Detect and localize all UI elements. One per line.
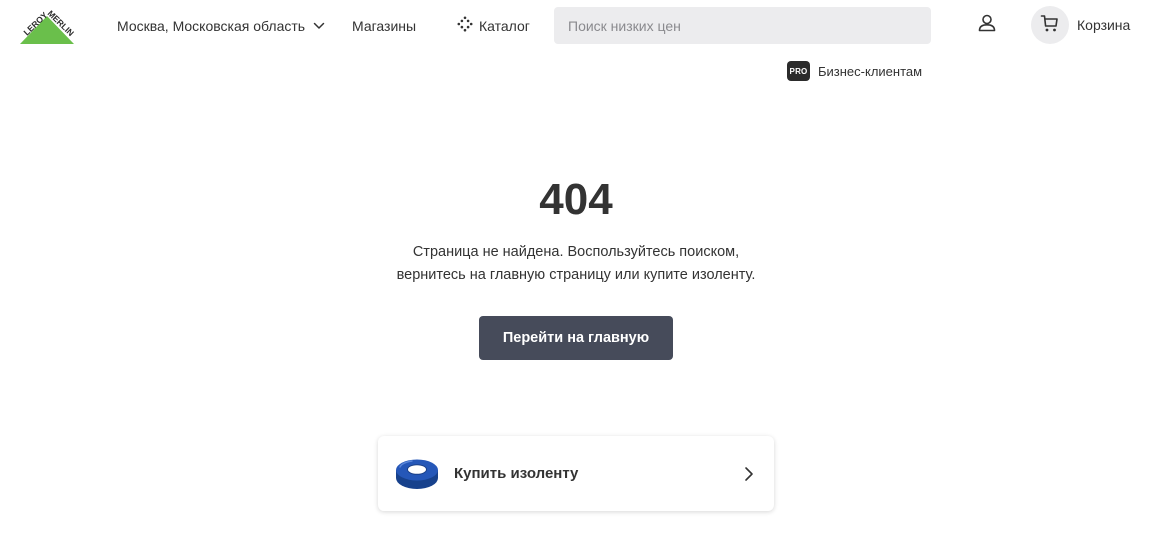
profile-button[interactable] bbox=[976, 14, 998, 36]
catalog-dots-icon bbox=[457, 16, 473, 37]
cart-icon bbox=[1040, 13, 1060, 38]
error-code: 404 bbox=[539, 175, 613, 224]
region-selector[interactable]: Москва, Московская область bbox=[117, 16, 325, 36]
cart-icon-wrapper bbox=[1031, 6, 1069, 44]
catalog-label: Каталог bbox=[479, 18, 530, 34]
insulation-tape-image bbox=[394, 456, 440, 492]
buy-tape-label: Купить изоленту bbox=[454, 465, 579, 482]
page-404: LEROY MERLIN Москва, Московская область … bbox=[0, 0, 1176, 550]
error-message-line-2: вернитесь на главную страницу или купите… bbox=[396, 267, 756, 283]
buy-tape-card[interactable]: Купить изоленту bbox=[378, 436, 774, 511]
chevron-down-icon bbox=[313, 22, 325, 30]
cart-label: Корзина bbox=[1077, 17, 1131, 33]
business-clients-label: Бизнес-клиентам bbox=[818, 63, 923, 79]
logo-icon: LEROY MERLIN bbox=[20, 8, 76, 44]
business-clients-link[interactable]: PRO Бизнес-клиентам bbox=[787, 61, 922, 81]
search-input[interactable] bbox=[554, 7, 931, 44]
chevron-right-icon bbox=[744, 466, 754, 482]
cart-button[interactable]: Корзина bbox=[1031, 6, 1130, 44]
error-message: Страница не найдена. Воспользуйтесь поис… bbox=[0, 241, 1152, 287]
pro-badge: PRO bbox=[787, 61, 810, 81]
catalog-button[interactable]: Каталог bbox=[457, 16, 530, 36]
go-home-button[interactable]: Перейти на главную bbox=[479, 316, 673, 360]
region-label: Москва, Московская область bbox=[117, 18, 306, 34]
brand-logo[interactable]: LEROY MERLIN bbox=[14, 6, 80, 46]
user-icon bbox=[977, 13, 997, 38]
error-message-line-1: Страница не найдена. Воспользуйтесь поис… bbox=[412, 244, 740, 260]
stores-link[interactable]: Магазины bbox=[352, 16, 416, 36]
